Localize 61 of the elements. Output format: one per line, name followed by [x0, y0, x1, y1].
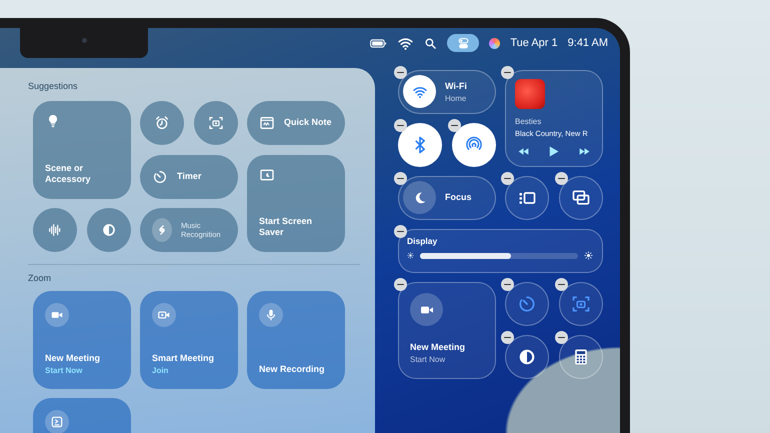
remove-button[interactable] — [501, 66, 514, 79]
control-button[interactable] — [558, 335, 602, 378]
tile-label: Display — [407, 236, 438, 246]
section-title: Zoom — [28, 273, 52, 283]
control-button[interactable] — [452, 123, 496, 166]
control-button[interactable] — [505, 176, 549, 220]
app-icon — [45, 410, 69, 433]
control-tile[interactable]: Start Screen Saver — [247, 154, 344, 252]
remove-button[interactable] — [501, 278, 514, 291]
remove-button[interactable] — [501, 172, 514, 185]
remove-button[interactable] — [554, 278, 568, 291]
control-tile[interactable]: Smart Meeting Join — [140, 291, 238, 388]
remove-button[interactable] — [394, 278, 407, 291]
control-button[interactable] — [505, 335, 549, 378]
control-tile[interactable]: Quick Note — [247, 101, 344, 145]
search-icon[interactable] — [424, 36, 438, 50]
control-center-button[interactable] — [447, 34, 480, 52]
control-tile[interactable]: Wi-Fi Home — [398, 70, 496, 114]
alarm-clock-icon — [154, 115, 170, 131]
remove-button[interactable] — [501, 331, 514, 344]
microphone-icon — [259, 303, 283, 327]
multicolor-orb-icon[interactable] — [489, 38, 500, 48]
control-button[interactable] — [398, 123, 442, 166]
timer-icon — [152, 168, 168, 184]
remove-button[interactable] — [554, 331, 568, 344]
contrast-icon — [517, 346, 537, 367]
toggles-icon — [456, 36, 470, 50]
sun-icon — [407, 252, 414, 259]
remove-button[interactable] — [554, 172, 568, 185]
control-tile[interactable]: New Meeting Start Now — [33, 291, 130, 388]
control-tile[interactable]: Focus — [398, 176, 496, 220]
video-camera-icon — [45, 303, 69, 327]
screenshot-icon — [208, 115, 224, 131]
remove-button[interactable] — [394, 66, 407, 79]
music-recognition-icon — [152, 218, 172, 242]
song-title: Besties — [515, 117, 542, 126]
remove-button[interactable] — [394, 119, 407, 132]
remove-button[interactable] — [448, 119, 460, 132]
control-tile[interactable]: Timer — [140, 154, 238, 198]
control-button[interactable] — [558, 282, 602, 326]
section-title: Suggestions — [28, 81, 79, 91]
screenshot-icon — [570, 294, 590, 314]
remove-button[interactable] — [394, 225, 407, 238]
control-tile[interactable]: Scene or Accessory — [33, 101, 130, 198]
screen-saver-icon — [259, 166, 275, 182]
sun-icon — [584, 251, 592, 260]
album-art — [515, 79, 545, 109]
contrast-icon — [100, 222, 116, 238]
note-icon — [259, 115, 275, 131]
control-button[interactable] — [558, 176, 602, 220]
timer-icon — [517, 294, 537, 314]
menu-bar-date[interactable]: Tue Apr 1 — [510, 37, 558, 49]
control-button[interactable] — [505, 282, 549, 326]
brightness-slider[interactable] — [420, 252, 578, 258]
remove-button[interactable] — [394, 172, 407, 185]
waveform-icon — [47, 222, 63, 238]
control-tile[interactable]: New Recording — [247, 291, 344, 388]
video-camera-icon — [410, 293, 443, 326]
menu-bar-time[interactable]: 9:41 AM — [568, 37, 608, 49]
control-tile[interactable]: New Meeting Start Now — [398, 282, 496, 378]
video-camera-plus-icon — [152, 303, 176, 327]
